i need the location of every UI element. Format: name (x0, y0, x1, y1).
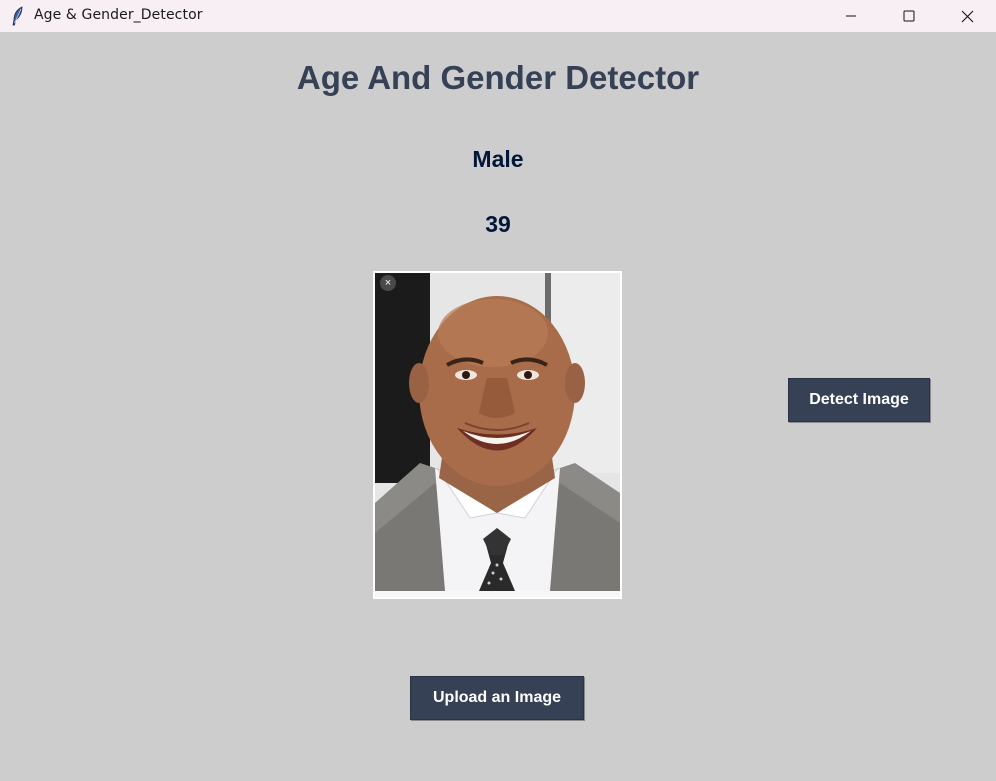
age-result: 39 (485, 211, 511, 237)
close-button[interactable] (944, 0, 990, 32)
minimize-icon (845, 10, 857, 22)
page-title: Age And Gender Detector (296, 59, 700, 96)
window-title: Age & Gender_Detector (34, 7, 203, 23)
gender-result: Male (472, 146, 524, 172)
title-bar[interactable]: Age & Gender_Detector (0, 0, 996, 32)
uploaded-photo: × (373, 271, 622, 599)
detect-image-button[interactable]: Detect Image (788, 378, 930, 422)
maximize-icon (903, 10, 915, 22)
close-icon (961, 10, 974, 23)
photo-close-icon[interactable]: × (380, 275, 396, 291)
feather-icon (10, 6, 26, 26)
maximize-button[interactable] (886, 0, 932, 32)
minimize-button[interactable] (828, 0, 874, 32)
app-window: Age & Gender_Detector Age And Gender Det… (0, 0, 996, 781)
upload-image-button[interactable]: Upload an Image (410, 676, 584, 720)
